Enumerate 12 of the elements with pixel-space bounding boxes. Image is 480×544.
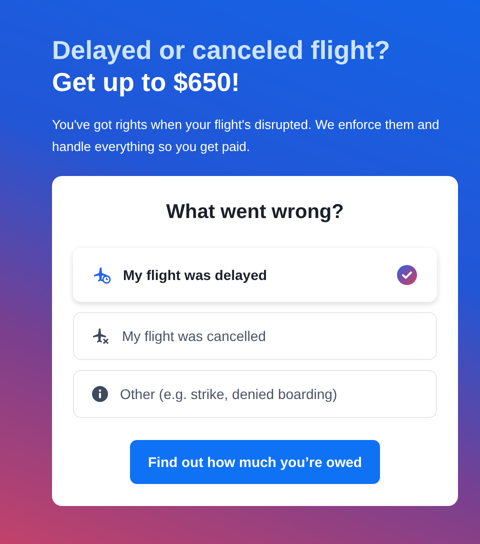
plane-x-icon <box>92 327 110 345</box>
subheadline: Get up to $650! <box>52 66 241 98</box>
plane-clock-icon <box>93 266 111 284</box>
info-icon <box>92 386 108 402</box>
description: You've got rights when your flight's disrupted. We enforce them and handle everything so you get paid. <box>52 116 440 156</box>
option-button[interactable]: Other (e.g. strike, denied boarding) <box>73 370 437 418</box>
card-title: What went wrong? <box>165 200 345 225</box>
find-out-button[interactable]: Find out how much you’re owed <box>130 440 380 484</box>
headline: Delayed or canceled flight? <box>52 34 392 66</box>
check-icon <box>397 265 417 285</box>
option-button[interactable]: My flight was cancelled <box>73 312 437 360</box>
option-button[interactable]: My flight was delayed <box>73 248 437 302</box>
